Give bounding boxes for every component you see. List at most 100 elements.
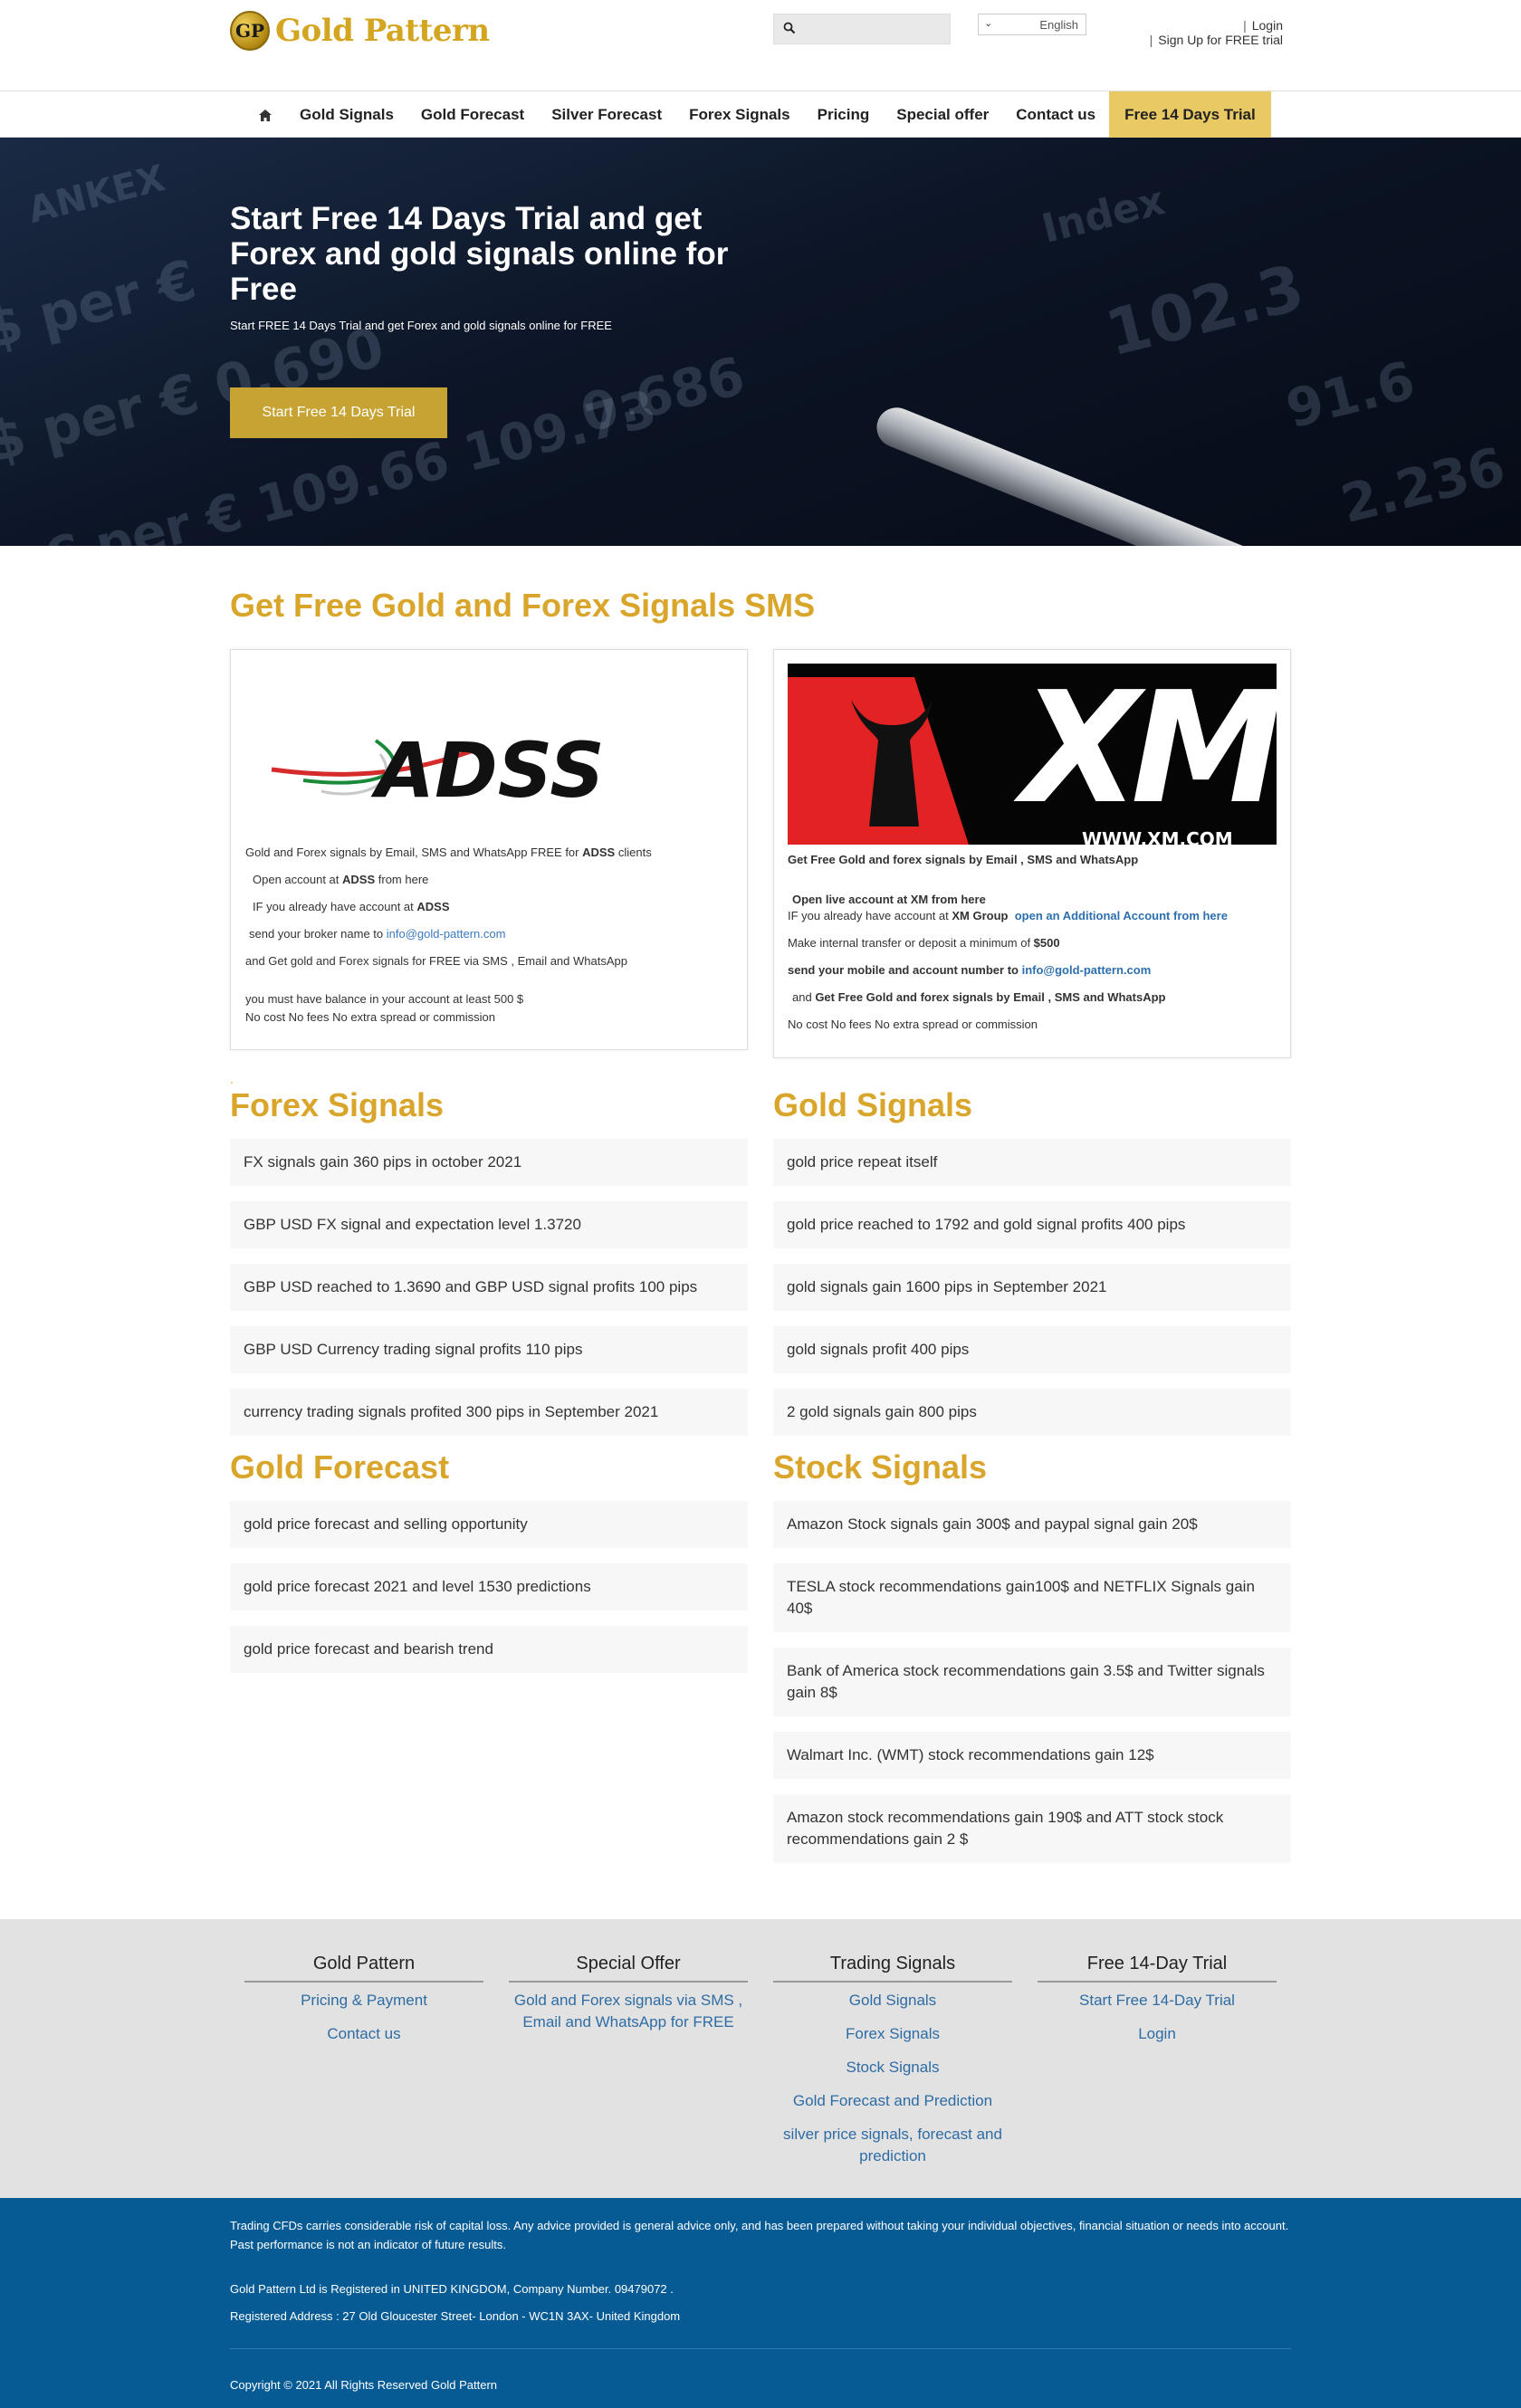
stock-post-item[interactable]: Bank of America stock recommendations ga…	[773, 1648, 1291, 1716]
nav-special-offer[interactable]: Special offer	[883, 91, 1002, 139]
forex-signals-heading[interactable]: Forex Signals	[230, 1086, 444, 1124]
xm-line-7: No cost No fees No extra spread or commi…	[788, 1018, 1038, 1031]
footer-column-title: Special Offer	[576, 1954, 681, 1973]
forecast-post-item[interactable]: gold price forecast and bearish trend	[230, 1626, 748, 1673]
nav-silver-forecast[interactable]: Silver Forecast	[538, 91, 675, 139]
footer-divider	[1038, 1981, 1277, 1983]
hero-background-figures: $ per €	[0, 248, 203, 362]
gold-post-item[interactable]: gold price repeat itself	[773, 1139, 1291, 1186]
adss-line-6: you must have balance in your account at…	[245, 992, 524, 1006]
gold-forecast-heading[interactable]: Gold Forecast	[230, 1448, 449, 1486]
company-registration: Gold Pattern Ltd is Registered in UNITED…	[230, 2282, 674, 2296]
adss-line-7: No cost No fees No extra spread or commi…	[245, 1010, 495, 1024]
footer-column-special-offer: Special Offer Gold and Forex signals via…	[509, 1954, 748, 2045]
adss-line-1: Gold and Forex signals by Email, SMS and…	[245, 846, 652, 859]
footer-divider	[244, 1981, 483, 1983]
xm-banner[interactable]: XM WWW.XM.COM	[788, 664, 1277, 845]
xm-additional-account-link[interactable]: open an Additional Account from here	[1015, 909, 1228, 922]
xm-email-link[interactable]: info@gold-pattern.com	[1022, 963, 1152, 977]
footer-column-free-trial: Free 14-Day Trial Start Free 14-Day Tria…	[1038, 1954, 1277, 2057]
section-heading: Get Free Gold and Forex Signals SMS	[230, 587, 816, 624]
nav-free-trial[interactable]: Free 14 Days Trial	[1109, 91, 1271, 139]
adss-line-1-bold: ADSS	[582, 846, 616, 859]
nav-home[interactable]	[244, 91, 286, 139]
logo-badge: GP	[230, 11, 270, 51]
gold-post-item[interactable]: 2 gold signals gain 800 pips	[773, 1389, 1291, 1436]
auth-links: | Login | Sign Up for FREE trial	[1149, 18, 1283, 47]
xm-line-6: and Get Free Gold and forex signals by E…	[792, 990, 1166, 1004]
footer-link[interactable]: Gold and Forex signals via SMS , Email a…	[509, 1990, 748, 2033]
footer-link[interactable]: Forex Signals	[773, 2023, 1012, 2045]
footer-column-gold-pattern: Gold Pattern Pricing & Payment Contact u…	[244, 1954, 483, 2057]
footer-link[interactable]: Pricing & Payment	[244, 1990, 483, 2011]
adss-open-account-link[interactable]: Open account at ADSS from here	[253, 873, 428, 886]
forex-post-item[interactable]: GBP USD Currency trading signal profits …	[230, 1326, 748, 1373]
xm-line-3-bold: XM Group	[952, 909, 1009, 922]
stock-post-item[interactable]: Amazon Stock signals gain 300$ and paypa…	[773, 1501, 1291, 1548]
forecast-post-item[interactable]: gold price forecast and selling opportun…	[230, 1501, 748, 1548]
footer-link[interactable]: Gold Forecast and Prediction	[773, 2090, 1012, 2112]
adss-line-3: IF you already have account at ADSS	[253, 900, 450, 913]
stock-signals-heading[interactable]: Stock Signals	[773, 1448, 987, 1486]
nav-gold-forecast[interactable]: Gold Forecast	[407, 91, 538, 139]
nav-contact-us[interactable]: Contact us	[1002, 91, 1109, 139]
language-select[interactable]: ⌄ English	[978, 14, 1086, 35]
footer-link[interactable]: Login	[1038, 2023, 1277, 2045]
footer-link[interactable]: Contact us	[244, 2023, 483, 2045]
xm-line-4-text: Make internal transfer or deposit a mini…	[788, 936, 1034, 950]
site-logo[interactable]: GP Gold Pattern	[230, 11, 490, 51]
xm-line-1: Get Free Gold and forex signals by Email…	[788, 853, 1139, 866]
adss-line-2-text: Open account at	[253, 873, 343, 886]
adss-line-2-end: from here	[375, 873, 429, 886]
main-nav: Gold Signals Gold Forecast Silver Foreca…	[0, 91, 1521, 139]
adss-email-link[interactable]: info@gold-pattern.com	[387, 927, 506, 941]
forecast-post-item[interactable]: gold price forecast 2021 and level 1530 …	[230, 1563, 748, 1610]
forex-post-item[interactable]: FX signals gain 360 pips in october 2021	[230, 1139, 748, 1186]
footer-divider	[773, 1981, 1012, 1983]
start-trial-button[interactable]: Start Free 14 Days Trial	[230, 387, 447, 438]
stock-post-item[interactable]: TESLA stock recommendations gain100$ and…	[773, 1563, 1291, 1632]
login-link[interactable]: Login	[1252, 18, 1283, 33]
hero-background-figures: 2.236	[1334, 435, 1511, 536]
xm-line-5: send your mobile and account number to i…	[788, 963, 1151, 977]
forex-post-item[interactable]: GBP USD reached to 1.3690 and GBP USD si…	[230, 1264, 748, 1311]
gold-signals-heading[interactable]: Gold Signals	[773, 1086, 972, 1124]
nav-gold-signals[interactable]: Gold Signals	[286, 91, 407, 139]
footer-link[interactable]: Stock Signals	[773, 2057, 1012, 2078]
forex-post-item[interactable]: GBP USD FX signal and expectation level …	[230, 1201, 748, 1248]
risk-disclaimer: Trading CFDs carries considerable risk o…	[230, 2219, 1289, 2251]
forex-post-item[interactable]: currency trading signals profited 300 pi…	[230, 1389, 748, 1436]
bull-icon	[851, 700, 933, 827]
xm-line-4: Make internal transfer or deposit a mini…	[788, 936, 1060, 950]
signup-link[interactable]: Sign Up for FREE trial	[1158, 33, 1283, 47]
hero-background-figures: 0.686	[574, 344, 751, 445]
adss-line-1-text: Gold and Forex signals by Email, SMS and…	[245, 846, 583, 859]
footer-divider	[509, 1981, 748, 1983]
stock-post-item[interactable]: Walmart Inc. (WMT) stock recommendations…	[773, 1732, 1291, 1779]
footer-column-title: Free 14-Day Trial	[1086, 1954, 1228, 1973]
search-input[interactable]	[773, 14, 951, 44]
xm-line-5-text: send your mobile and account number to	[788, 963, 1022, 977]
footer-links: Gold Pattern Pricing & Payment Contact u…	[0, 1919, 1521, 2198]
adss-line-3-text: IF you already have account at	[253, 900, 417, 913]
gold-post-item[interactable]: gold price reached to 1792 and gold sign…	[773, 1201, 1291, 1248]
stock-post-item[interactable]: Amazon stock recommendations gain 190$ a…	[773, 1794, 1291, 1863]
footer-link[interactable]: silver price signals, forecast and predi…	[773, 2124, 1012, 2167]
hero-subtitle: Start FREE 14 Days Trial and get Forex a…	[230, 319, 612, 332]
footer-column-trading-signals: Trading Signals Gold Signals Forex Signa…	[773, 1954, 1012, 2179]
xm-open-account-link[interactable]: Open live account at XM from here	[792, 893, 986, 906]
xm-line-3: IF you already have account at XM Group …	[788, 909, 1228, 922]
adss-line-4-text: send your broker name to	[249, 927, 387, 941]
nav-pricing[interactable]: Pricing	[804, 91, 884, 139]
footer-divider	[230, 2348, 1291, 2349]
footer-link[interactable]: Gold Signals	[773, 1990, 1012, 2011]
footer-link[interactable]: Start Free 14-Day Trial	[1038, 1990, 1277, 2011]
hero-background-figures: 91.6	[1279, 349, 1421, 441]
adss-logo[interactable]: ADSS	[267, 722, 720, 813]
adss-line-5: and Get gold and Forex signals for FREE …	[245, 954, 627, 968]
adss-line-3-bold: ADSS	[416, 900, 450, 913]
gold-post-item[interactable]: gold signals profit 400 pips	[773, 1326, 1291, 1373]
nav-forex-signals[interactable]: Forex Signals	[675, 91, 803, 139]
adss-logo-text: ADSS	[370, 726, 605, 813]
gold-post-item[interactable]: gold signals gain 1600 pips in September…	[773, 1264, 1291, 1311]
